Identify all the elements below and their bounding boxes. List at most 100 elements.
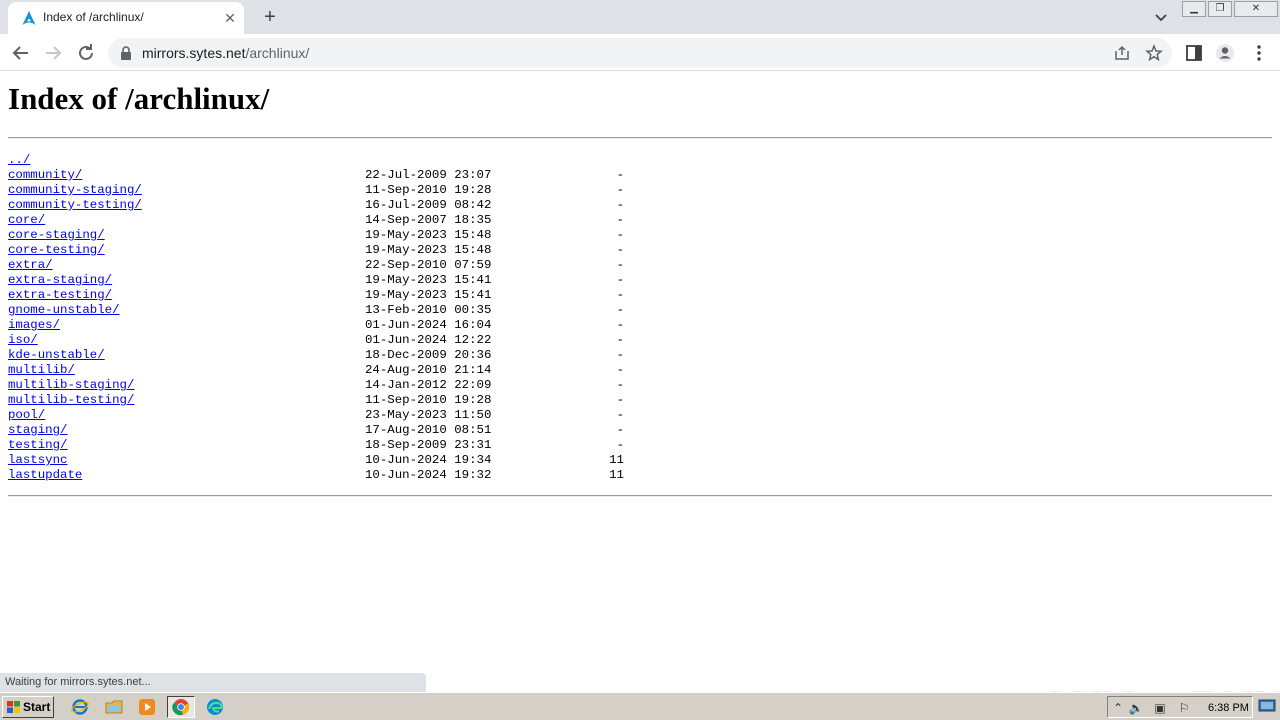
url-text[interactable]: mirrors.sytes.net/archlinux/ [142, 45, 309, 61]
listing-row: images/01-Jun-2024 16:04 - [8, 318, 624, 333]
taskbar-media-player[interactable] [135, 696, 159, 718]
new-tab-button[interactable]: + [259, 6, 281, 28]
profile-avatar-icon[interactable] [1215, 43, 1235, 63]
entry-link[interactable]: multilib/ [8, 363, 75, 378]
entry-date: 17-Aug-2010 08:51 [365, 423, 492, 437]
entry-link[interactable]: community-staging/ [8, 183, 142, 198]
arch-linux-icon [22, 11, 36, 25]
entry-link[interactable]: community/ [8, 168, 82, 183]
entry-link[interactable]: kde-unstable/ [8, 348, 105, 363]
page-title: Index of /archlinux/ [8, 81, 270, 116]
entry-link[interactable]: community-testing/ [8, 198, 142, 213]
parent-dir-link[interactable]: ../ [8, 153, 30, 168]
tray-expand-icon[interactable]: ⌃ [1110, 700, 1126, 716]
reload-button[interactable] [74, 41, 98, 65]
entry-date: 10-Jun-2024 19:34 [365, 453, 492, 467]
listing-row: kde-unstable/18-Dec-2009 20:36 - [8, 348, 624, 363]
action-center-flag-icon[interactable]: ⚐ [1176, 700, 1192, 716]
entry-link[interactable]: multilib-staging/ [8, 378, 134, 393]
entry-size: - [616, 363, 624, 377]
back-button[interactable] [9, 41, 33, 65]
start-button[interactable]: Start [2, 696, 54, 718]
entry-link[interactable]: images/ [8, 318, 60, 333]
entry-size: - [616, 408, 624, 422]
entry-link[interactable]: core-staging/ [8, 228, 105, 243]
listing-row: community/22-Jul-2009 23:07 - [8, 168, 624, 183]
entry-size: - [616, 288, 624, 302]
entry-link[interactable]: multilib-testing/ [8, 393, 134, 408]
url-path: /archlinux/ [245, 45, 310, 61]
listing-row: lastsync 10-Jun-2024 19:34 11 [8, 453, 624, 468]
window-controls: ▁ ❐ ✕ [1182, 1, 1280, 17]
listing-row: core-testing/19-May-2023 15:48 - [8, 243, 624, 258]
listing-row: community-testing/16-Jul-2009 08:42 - [8, 198, 624, 213]
taskbar-chrome[interactable] [167, 696, 195, 718]
share-icon[interactable] [1113, 44, 1131, 62]
entry-size: - [616, 213, 624, 227]
show-desktop-icon[interactable] [1258, 699, 1276, 713]
listing-row: extra-testing/19-May-2023 15:41 - [8, 288, 624, 303]
directory-listing: ../ community/22-Jul-2009 23:07- communit… [8, 153, 624, 483]
entry-link[interactable]: lastsync [8, 453, 68, 468]
entry-size: - [616, 258, 624, 272]
side-panel-icon[interactable] [1184, 43, 1204, 63]
url-host: mirrors.sytes.net [142, 45, 246, 61]
tab-search-chevron-icon[interactable] [1152, 8, 1170, 26]
entry-date: 24-Aug-2010 21:14 [365, 363, 492, 377]
start-label: Start [23, 700, 51, 714]
entry-link[interactable]: extra/ [8, 258, 53, 273]
network-icon[interactable]: ▣ [1152, 700, 1168, 716]
entry-size: - [616, 438, 624, 452]
address-bar[interactable]: mirrors.sytes.net/archlinux/ [108, 38, 1172, 68]
taskbar-explorer[interactable] [102, 696, 126, 718]
entry-link[interactable]: pool/ [8, 408, 45, 423]
page-content: Index of /archlinux/ ../ community/22-Ju… [0, 72, 1280, 720]
tab-active[interactable]: Index of /archlinux/ ✕ [8, 2, 244, 34]
tab-strip: Index of /archlinux/ ✕ + ▁ ❐ ✕ [0, 0, 1280, 34]
entry-date: 16-Jul-2009 08:42 [365, 198, 492, 212]
entry-link[interactable]: extra-testing/ [8, 288, 112, 303]
menu-kebab-icon[interactable] [1249, 43, 1269, 63]
entry-link[interactable]: lastupdate [8, 468, 82, 483]
listing-row: core/14-Sep-2007 18:35 - [8, 213, 624, 228]
entry-date: 01-Jun-2024 16:04 [365, 318, 492, 332]
entry-date: 22-Jul-2009 23:07 [365, 168, 492, 182]
lock-icon[interactable] [120, 46, 132, 60]
entry-size: - [616, 393, 624, 407]
forward-button[interactable] [41, 41, 65, 65]
entry-date: 11-Sep-2010 19:28 [365, 183, 492, 197]
listing-row: extra/22-Sep-2010 07:59 - [8, 258, 624, 273]
entry-date: 18-Sep-2009 23:31 [365, 438, 492, 452]
clock[interactable]: 6:38 PM [1208, 700, 1249, 716]
listing-row: testing/18-Sep-2009 23:31 - [8, 438, 624, 453]
entry-size: - [616, 183, 624, 197]
entry-size: - [616, 198, 624, 212]
volume-icon[interactable]: 🔈 [1128, 700, 1144, 716]
entry-link[interactable]: gnome-unstable/ [8, 303, 120, 318]
restore-button[interactable]: ❐ [1208, 1, 1232, 17]
listing-row: lastupdate 10-Jun-2024 19:32 11 [8, 468, 624, 483]
entry-link[interactable]: core-testing/ [8, 243, 105, 258]
listing-row: multilib-staging/14-Jan-2012 22:09 - [8, 378, 624, 393]
entry-link[interactable]: iso/ [8, 333, 38, 348]
entry-link[interactable]: staging/ [8, 423, 68, 438]
tab-close-icon[interactable]: ✕ [222, 10, 238, 26]
taskbar-ie[interactable] [68, 696, 92, 718]
taskbar-edge[interactable] [203, 696, 227, 718]
chrome-icon [172, 699, 189, 716]
entry-link[interactable]: core/ [8, 213, 45, 228]
entry-date: 14-Jan-2012 22:09 [365, 378, 492, 392]
entry-link[interactable]: extra-staging/ [8, 273, 112, 288]
parent-dir-row: ../ [8, 153, 53, 168]
entry-size: - [616, 228, 624, 242]
entry-date: 19-May-2023 15:41 [365, 288, 492, 302]
entry-link[interactable]: testing/ [8, 438, 68, 453]
listing-row: pool/23-May-2023 11:50 - [8, 408, 624, 423]
bookmark-star-icon[interactable] [1145, 44, 1163, 62]
taskbar: Start ⌃ 🔈 ▣ ⚐ 6:38 PM [0, 692, 1280, 720]
minimize-button[interactable]: ▁ [1182, 1, 1206, 17]
listing-row: gnome-unstable/13-Feb-2010 00:35 - [8, 303, 624, 318]
close-window-button[interactable]: ✕ [1234, 1, 1278, 17]
entry-size: - [616, 423, 624, 437]
entry-size: - [616, 273, 624, 287]
